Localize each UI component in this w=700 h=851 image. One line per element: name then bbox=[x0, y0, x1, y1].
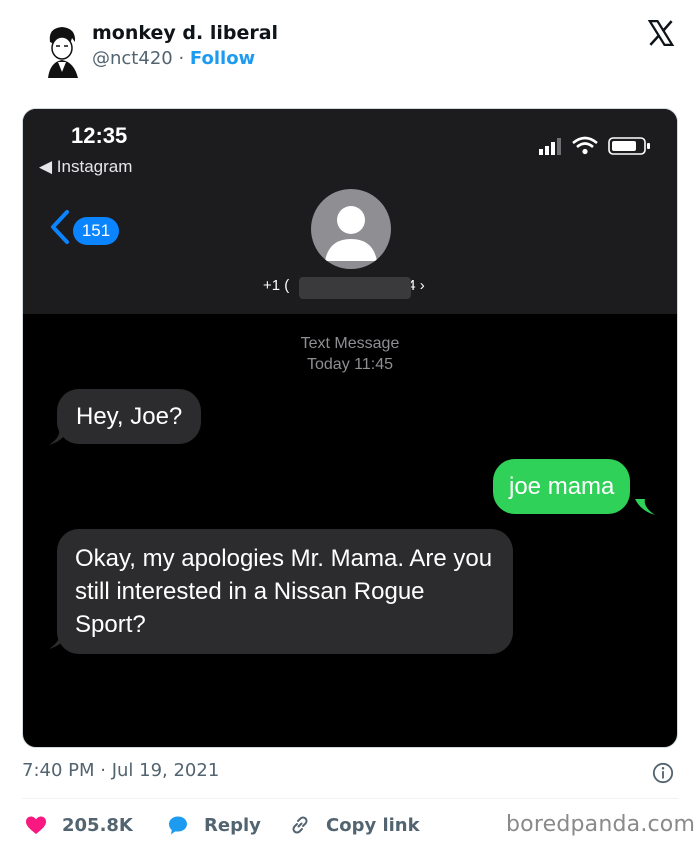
reply-bubble-icon bbox=[169, 816, 187, 835]
tweet-media-image[interactable]: 12:35 ◀ Instagram 151 +1 (4 › Text Mess… bbox=[22, 108, 678, 748]
thread-meta: Text Message Today 11:45 bbox=[23, 333, 677, 375]
chevron-left-icon[interactable] bbox=[47, 209, 71, 245]
bubble-tail bbox=[635, 499, 655, 515]
redaction-bar bbox=[299, 277, 411, 299]
person-icon bbox=[325, 206, 377, 261]
separator-dot: · bbox=[178, 48, 185, 69]
author-name[interactable]: monkey d. liberal bbox=[92, 22, 278, 44]
message-bubble-incoming: Okay, my apologies Mr. Mama. Are you sti… bbox=[57, 529, 513, 654]
follow-button[interactable]: Follow bbox=[190, 48, 255, 69]
status-bar-icons bbox=[539, 136, 650, 155]
link-icon bbox=[292, 816, 308, 834]
thread-label: Text Message bbox=[300, 335, 400, 352]
thread-time: Today 11:45 bbox=[307, 356, 393, 373]
info-icon[interactable] bbox=[652, 762, 674, 784]
like-button[interactable]: 205.8K bbox=[24, 812, 133, 838]
tweet-timestamp[interactable]: 7:40 PM · Jul 19, 2021 bbox=[22, 760, 219, 781]
back-to-app-label: ◀ Instagram bbox=[39, 157, 133, 176]
message-bubble-outgoing: joe mama bbox=[493, 459, 631, 514]
wifi-icon bbox=[572, 136, 598, 155]
reply-label: Reply bbox=[204, 814, 261, 836]
user-avatar[interactable] bbox=[42, 22, 82, 78]
signal-icon bbox=[539, 138, 561, 155]
bubble-tail bbox=[49, 429, 69, 445]
reply-button[interactable]: Reply bbox=[166, 812, 261, 838]
heart-icon bbox=[26, 816, 46, 834]
copy-link-button[interactable]: Copy link bbox=[288, 812, 420, 838]
like-count: 205.8K bbox=[62, 814, 133, 836]
author-handle-row: @nct420 · Follow bbox=[92, 48, 255, 69]
divider bbox=[22, 798, 678, 799]
phone-messages-header: 12:35 ◀ Instagram 151 +1 (4 › bbox=[23, 109, 677, 314]
watermark: boredpanda.com bbox=[506, 812, 696, 837]
message-bubble-incoming: Hey, Joe? bbox=[57, 389, 202, 444]
bubble-tail bbox=[49, 633, 69, 649]
battery-icon bbox=[608, 137, 650, 155]
copy-link-label: Copy link bbox=[326, 814, 420, 836]
contact-number-prefix: +1 ( bbox=[263, 277, 290, 294]
status-bar-time: 12:35 bbox=[71, 123, 128, 148]
unread-count-badge[interactable]: 151 bbox=[73, 217, 119, 245]
x-logo-icon[interactable] bbox=[646, 18, 676, 48]
contact-avatar[interactable] bbox=[311, 189, 391, 269]
author-handle[interactable]: @nct420 bbox=[92, 48, 173, 69]
